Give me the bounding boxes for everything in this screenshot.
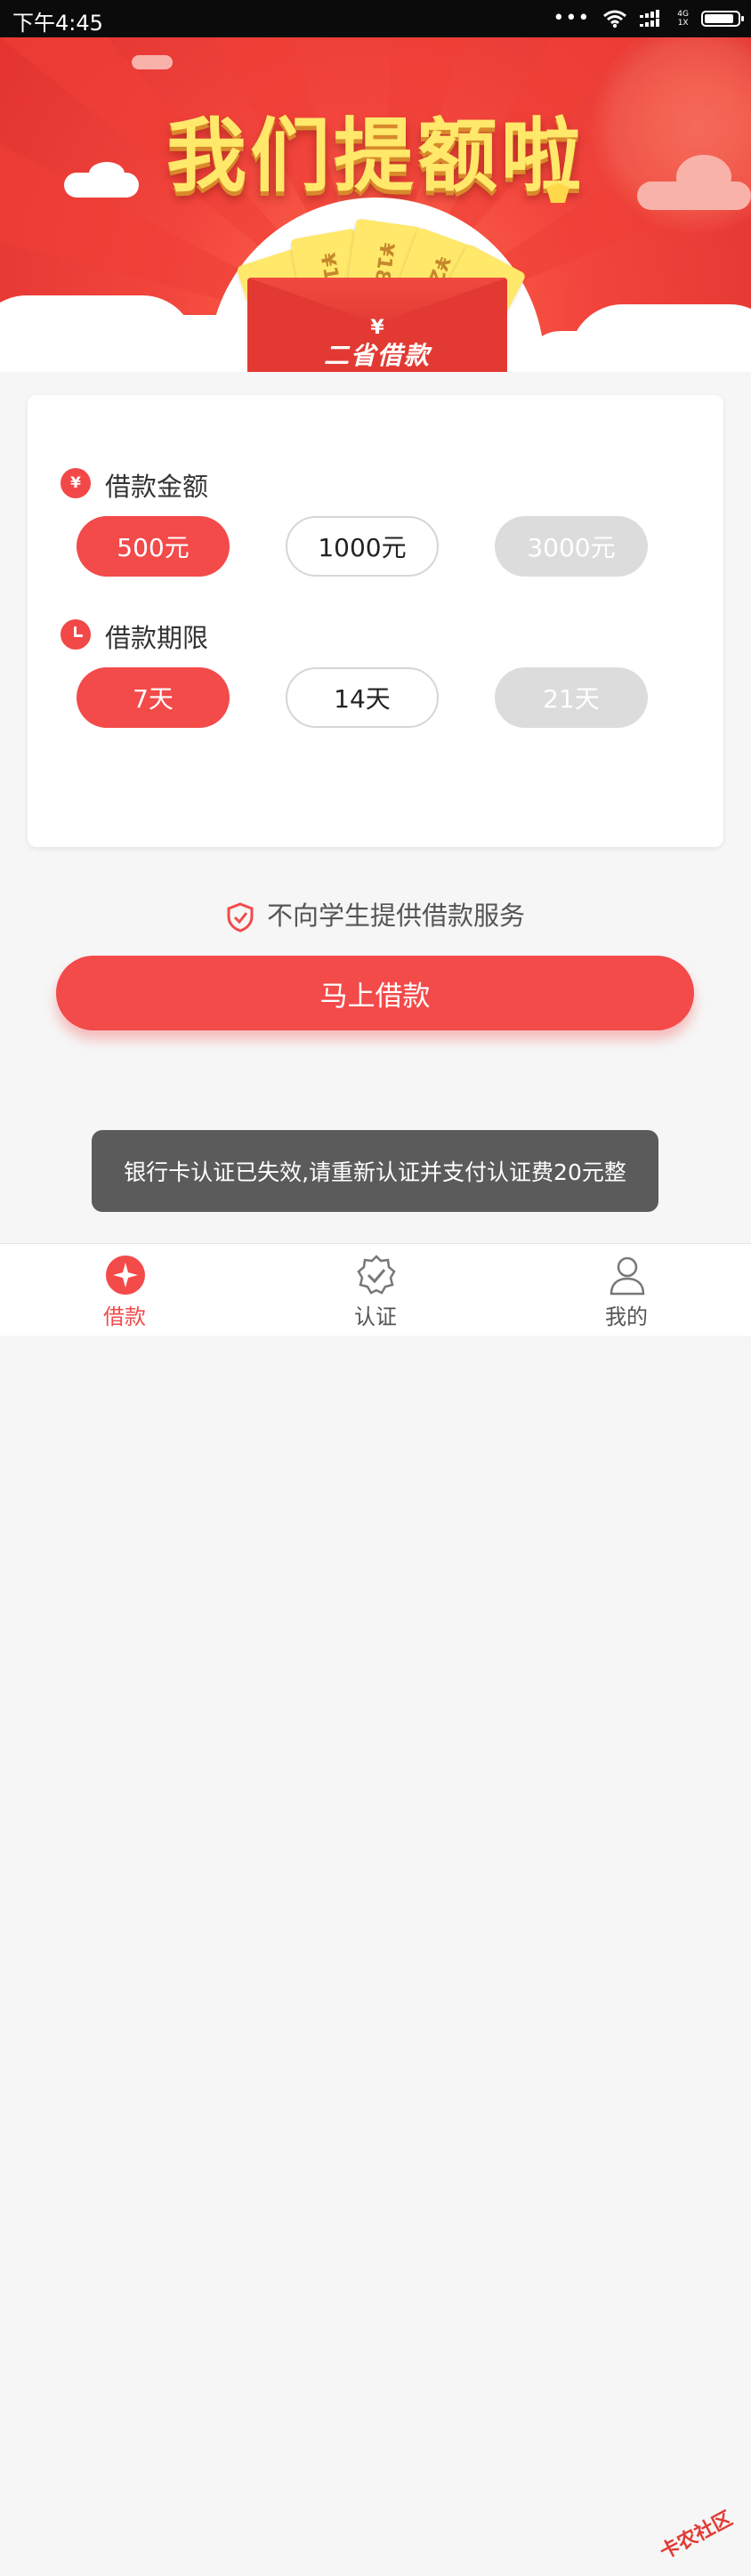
more-dots-icon: ••• — [553, 7, 591, 29]
term-option-21: 21天 — [495, 667, 648, 728]
amount-option-1000[interactable]: 1000元 — [286, 516, 439, 577]
battery-level — [705, 14, 733, 23]
toast-message: 银行卡认证已失效,请重新认证并支付认证费20元整 — [92, 1130, 658, 1212]
tab-loan-label: 借款 — [103, 1304, 146, 1329]
network-type: 4G 1X — [677, 10, 689, 28]
wifi-icon — [603, 10, 627, 28]
tab-verify[interactable]: 认证 — [313, 1244, 438, 1336]
status-icons: ••• 4G 1X — [553, 7, 744, 30]
loan-card-bg — [28, 395, 723, 847]
envelope-label: 二省借款 — [323, 341, 431, 370]
promo-banner[interactable]: 我们提额啦 1200 ¥1500 ¥1800 ¥2000 ??? ¥ 二省借款 — [0, 37, 751, 372]
status-bar: 下午4:45 ••• 4G 1X — [0, 0, 751, 37]
amount-option-500[interactable]: 500元 — [77, 516, 230, 577]
term-label: 借款期限 — [105, 623, 209, 653]
student-notice: 不向学生提供借款服务 — [0, 895, 751, 933]
clock-icon — [61, 619, 91, 650]
cloud-decoration — [132, 55, 173, 69]
battery-icon — [701, 11, 744, 27]
tab-profile[interactable]: 我的 — [564, 1244, 689, 1336]
tab-verify-label: 认证 — [354, 1304, 397, 1329]
tab-bar: 借款 认证 我的 卡农社区 — [0, 1243, 751, 2564]
banner-title: 我们提额啦 — [166, 109, 585, 203]
term-option-14[interactable]: 14天 — [286, 667, 439, 728]
profile-icon — [610, 1256, 645, 1296]
verify-icon — [357, 1255, 396, 1295]
term-option-7[interactable]: 7天 — [77, 667, 230, 728]
red-envelope: ¥ 二省借款 — [247, 278, 507, 372]
tab-loan[interactable]: 借款 — [62, 1244, 187, 1336]
yen-icon: ¥ — [61, 468, 91, 498]
status-time: 下午4:45 — [12, 11, 103, 36]
signal-icon — [640, 10, 660, 27]
notice-text: 不向学生提供借款服务 — [266, 900, 525, 931]
watermark-logo: 卡农社区 — [656, 2507, 737, 2564]
tab-profile-label: 我的 — [605, 1304, 648, 1329]
shield-check-icon — [227, 902, 254, 933]
loan-icon — [106, 1256, 145, 1295]
amount-label: 借款金额 — [105, 472, 209, 502]
borrow-now-button[interactable]: 马上借款 — [56, 956, 694, 1030]
amount-option-3000: 3000元 — [495, 516, 648, 577]
